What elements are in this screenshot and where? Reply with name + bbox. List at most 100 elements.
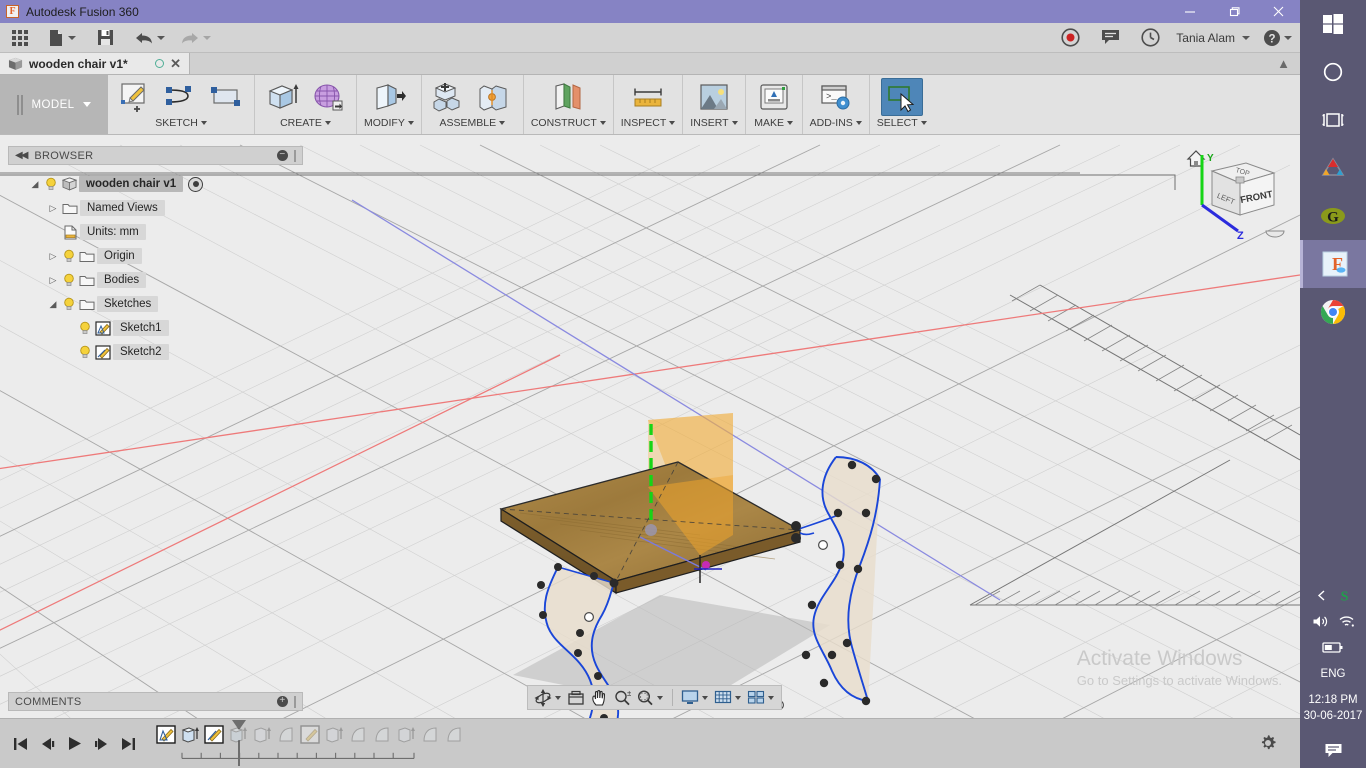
offset-plane-button[interactable] bbox=[547, 78, 589, 116]
lightbulb-icon[interactable] bbox=[76, 321, 93, 335]
expand-arrow-icon[interactable]: ▷ bbox=[46, 275, 60, 286]
inspect-group-label[interactable]: INSPECT bbox=[621, 117, 676, 129]
chevron-down-icon[interactable] bbox=[657, 695, 663, 700]
comment-button[interactable] bbox=[1090, 23, 1130, 53]
new-component-button[interactable] bbox=[429, 78, 471, 116]
view-cube[interactable]: Y Z TOP LEFT FRONT bbox=[1180, 143, 1290, 248]
close-window-button[interactable] bbox=[1256, 0, 1300, 23]
addins-group-label[interactable]: ADD-INS bbox=[810, 117, 862, 129]
lightbulb-icon[interactable] bbox=[60, 297, 77, 311]
timeline-settings-button[interactable] bbox=[1258, 733, 1278, 756]
expand-arrow-icon[interactable]: ◢ bbox=[46, 299, 60, 310]
chevron-down-icon[interactable] bbox=[555, 695, 561, 700]
timeline-feature-sketch2[interactable] bbox=[202, 724, 226, 746]
browser-node-sketch1[interactable]: Sketch1 bbox=[10, 316, 300, 340]
panel-resize-grip[interactable] bbox=[294, 149, 296, 162]
zoom-button[interactable]: ± bbox=[611, 687, 633, 708]
start-button[interactable] bbox=[1300, 0, 1366, 48]
fit-button[interactable] bbox=[634, 687, 656, 708]
chevron-up-icon[interactable] bbox=[1315, 589, 1328, 605]
browser-node-sketches[interactable]: ◢ Sketches bbox=[10, 292, 300, 316]
panel-resize-grip[interactable] bbox=[294, 695, 296, 708]
measure-button[interactable] bbox=[627, 78, 669, 116]
press-pull-button[interactable] bbox=[368, 78, 410, 116]
collapse-left-icon[interactable]: ◀◀ bbox=[15, 150, 28, 161]
maximize-window-button[interactable] bbox=[1212, 0, 1256, 23]
assemble-group-label[interactable]: ASSEMBLE bbox=[440, 117, 506, 129]
timeline-feature-6[interactable] bbox=[274, 724, 298, 746]
task-view-button[interactable] bbox=[1300, 96, 1366, 144]
go-to-end-button[interactable] bbox=[120, 736, 136, 752]
speaker-icon[interactable] bbox=[1312, 614, 1329, 632]
minimize-window-button[interactable] bbox=[1168, 0, 1212, 23]
timeline-feature-5[interactable] bbox=[250, 724, 274, 746]
lightbulb-icon[interactable] bbox=[60, 249, 77, 263]
undo-button[interactable] bbox=[126, 23, 172, 53]
user-menu-button[interactable]: Tania Alam bbox=[1170, 23, 1254, 53]
browser-node-root[interactable]: ◢ wooden chair v1 bbox=[10, 172, 300, 196]
extrude-button[interactable] bbox=[262, 78, 304, 116]
new-file-button[interactable] bbox=[40, 23, 84, 53]
create-sketch-button[interactable] bbox=[115, 78, 157, 116]
chevron-down-icon[interactable] bbox=[768, 695, 774, 700]
lightbulb-icon[interactable] bbox=[42, 177, 59, 191]
redo-button[interactable] bbox=[172, 23, 218, 53]
component-activate-radio[interactable] bbox=[188, 176, 204, 192]
workspace-selector[interactable]: MODEL bbox=[0, 75, 108, 134]
joint-button[interactable] bbox=[474, 78, 516, 116]
s-green-icon[interactable]: S bbox=[1337, 588, 1352, 606]
look-at-button[interactable] bbox=[565, 687, 587, 708]
grammarly-app-button[interactable]: G bbox=[1300, 192, 1366, 240]
scripts-addins-button[interactable]: >_ bbox=[815, 78, 857, 116]
construct-group-label[interactable]: CONSTRUCT bbox=[531, 117, 606, 129]
browser-node-units[interactable]: Units: mm bbox=[10, 220, 300, 244]
autodesk-app-button[interactable] bbox=[1300, 144, 1366, 192]
timeline-feature-10[interactable] bbox=[370, 724, 394, 746]
select-tool-button[interactable] bbox=[880, 78, 923, 116]
battery-icon[interactable] bbox=[1322, 641, 1344, 657]
insert-image-button[interactable] bbox=[693, 78, 735, 116]
input-language-label[interactable]: ENG bbox=[1300, 662, 1366, 686]
grid-snaps-button[interactable] bbox=[712, 687, 734, 708]
orbit-button[interactable] bbox=[532, 687, 554, 708]
timeline-feature-11[interactable] bbox=[394, 724, 418, 746]
wifi-icon[interactable] bbox=[1338, 614, 1355, 632]
fusion360-taskbar-button[interactable]: F bbox=[1300, 240, 1366, 288]
sketch-group-label[interactable]: SKETCH bbox=[155, 117, 207, 129]
expand-arrow-icon[interactable]: ◢ bbox=[28, 179, 42, 190]
timeline-feature-9[interactable] bbox=[346, 724, 370, 746]
action-center-button[interactable] bbox=[1300, 732, 1366, 768]
timeline-feature-12[interactable] bbox=[418, 724, 442, 746]
3d-print-button[interactable] bbox=[753, 78, 795, 116]
insert-group-label[interactable]: INSERT bbox=[690, 117, 738, 129]
add-comment-icon[interactable]: + bbox=[277, 695, 288, 707]
help-button[interactable]: ? bbox=[1254, 23, 1300, 53]
timeline-feature-extrude1[interactable] bbox=[178, 724, 202, 746]
document-tab-wooden-chair[interactable]: wooden chair v1* ✕ bbox=[0, 53, 190, 74]
record-button[interactable] bbox=[1050, 23, 1090, 53]
pan-button[interactable] bbox=[588, 687, 610, 708]
browser-node-origin[interactable]: ▷ Origin bbox=[10, 244, 300, 268]
app-grid-button[interactable] bbox=[0, 23, 40, 53]
browser-node-named-views[interactable]: ▷ Named Views bbox=[10, 196, 300, 220]
play-button[interactable] bbox=[66, 736, 82, 752]
create-form-button[interactable] bbox=[307, 78, 349, 116]
spline-button[interactable] bbox=[160, 78, 202, 116]
timeline-feature-sketch1[interactable] bbox=[154, 724, 178, 746]
step-back-button[interactable] bbox=[39, 736, 55, 752]
chevron-down-icon[interactable] bbox=[735, 695, 741, 700]
go-to-beginning-button[interactable] bbox=[12, 736, 28, 752]
chrome-taskbar-button[interactable] bbox=[1300, 288, 1366, 336]
close-tab-icon[interactable]: ✕ bbox=[170, 57, 181, 70]
select-group-label[interactable]: SELECT bbox=[877, 117, 927, 129]
minimize-panel-icon[interactable]: − bbox=[277, 150, 288, 161]
clock-widget[interactable]: 12:18 PM 30-06-2017 bbox=[1300, 686, 1366, 732]
lightbulb-icon[interactable] bbox=[76, 345, 93, 359]
modify-group-label[interactable]: MODIFY bbox=[364, 117, 414, 129]
browser-node-sketch2[interactable]: Sketch2 bbox=[10, 340, 300, 364]
timeline-feature-7[interactable] bbox=[298, 724, 322, 746]
chevron-up-icon[interactable]: ▲ bbox=[1277, 56, 1290, 71]
create-group-label[interactable]: CREATE bbox=[280, 117, 331, 129]
step-forward-button[interactable] bbox=[93, 736, 109, 752]
chevron-down-icon[interactable] bbox=[702, 695, 708, 700]
